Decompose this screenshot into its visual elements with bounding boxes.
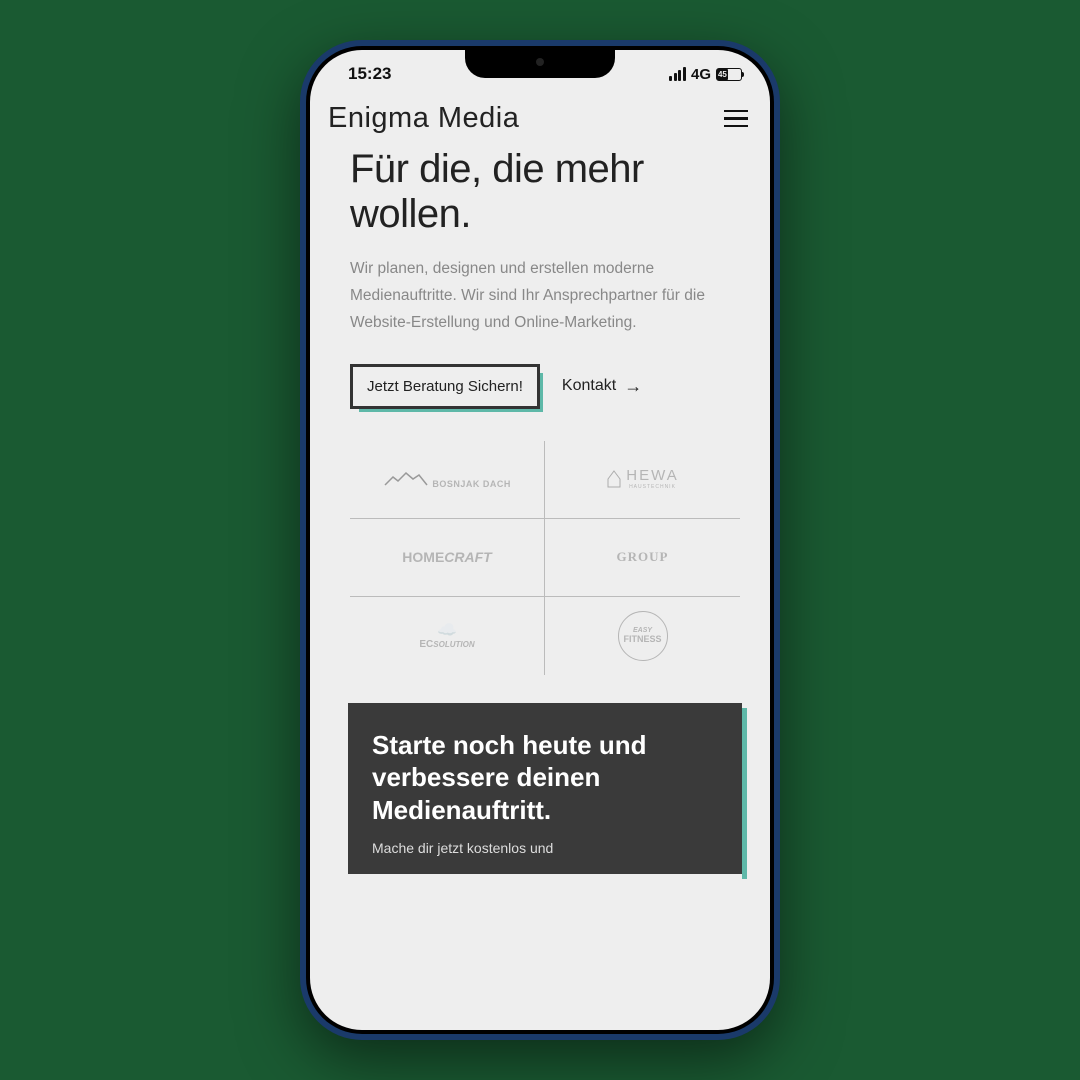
network-label: 4G xyxy=(691,66,711,83)
phone-frame: 15:23 4G 45 Enigma Media Für die, die me… xyxy=(300,40,780,1040)
client-logo-hewa: HEWA HAUSTECHNIK xyxy=(545,441,740,519)
menu-icon[interactable] xyxy=(724,110,748,128)
hero-title: Für die, die mehr wollen. xyxy=(350,147,740,237)
phone-bezel: 15:23 4G 45 Enigma Media Für die, die me… xyxy=(306,46,774,1034)
promo-card: Starte noch heute und verbessere deinen … xyxy=(348,703,742,875)
client-logo-homecraft: HOMECRAFT xyxy=(350,519,545,597)
client-logo-group: GROUP xyxy=(545,519,740,597)
client-logo-ecsolution: ☁️ ECSOLUTION xyxy=(350,597,545,675)
client-logo-bosnjak: BOSNJAK DACH xyxy=(350,441,545,519)
cta-secondary-label: Kontakt xyxy=(562,377,616,395)
screen: 15:23 4G 45 Enigma Media Für die, die me… xyxy=(310,50,770,1030)
client-logo-easyfitness: EASY FITNESS xyxy=(545,597,740,675)
hero-body: Wir planen, designen und erstellen moder… xyxy=(350,255,740,336)
cta-primary-button[interactable]: Jetzt Beratung Sichern! xyxy=(350,364,540,409)
phone-notch xyxy=(465,46,615,78)
cta-secondary-link[interactable]: Kontakt → xyxy=(562,376,642,397)
brand-title[interactable]: Enigma Media xyxy=(328,102,519,135)
status-time: 15:23 xyxy=(348,64,391,84)
signal-icon xyxy=(669,67,686,81)
cta-row: Jetzt Beratung Sichern! Kontakt → xyxy=(350,364,740,409)
promo-title: Starte noch heute und verbessere deinen … xyxy=(372,729,718,827)
client-grid: BOSNJAK DACH HEWA HAUSTECHNIK xyxy=(350,441,740,675)
promo-body: Mache dir jetzt kostenlos und xyxy=(372,840,718,856)
status-right: 4G 45 xyxy=(669,66,742,83)
battery-level: 45 xyxy=(717,69,728,80)
battery-icon: 45 xyxy=(716,68,742,81)
app-header: Enigma Media xyxy=(310,98,770,147)
main-content: Für die, die mehr wollen. Wir planen, de… xyxy=(310,147,770,874)
arrow-right-icon: → xyxy=(624,376,642,397)
